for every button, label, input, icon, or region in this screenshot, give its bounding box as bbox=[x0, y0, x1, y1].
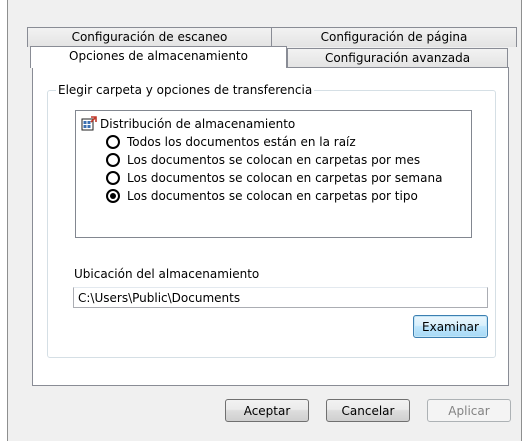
radio-button[interactable] bbox=[106, 171, 120, 185]
radio-button-selected[interactable] bbox=[106, 189, 120, 203]
browse-button[interactable]: Examinar bbox=[413, 315, 488, 338]
apply-button[interactable]: Aplicar bbox=[427, 399, 511, 422]
radio-label: Los documentos se colocan en carpetas po… bbox=[127, 153, 421, 167]
tree-root-label: Distribución de almacenamiento bbox=[100, 117, 296, 131]
tree-root[interactable]: Distribución de almacenamiento bbox=[81, 116, 295, 132]
tab-panel: Elegir carpeta y opciones de transferenc… bbox=[32, 67, 509, 386]
radio-label: Todos los documentos están en la raíz bbox=[127, 135, 356, 149]
radio-label: Los documentos se colocan en carpetas po… bbox=[127, 171, 443, 185]
tab-scan-settings[interactable]: Configuración de escaneo bbox=[27, 27, 272, 47]
tab-page-settings[interactable]: Configuración de página bbox=[271, 27, 517, 47]
radio-option-type[interactable]: Los documentos se colocan en carpetas po… bbox=[106, 187, 418, 205]
radio-option-week[interactable]: Los documentos se colocan en carpetas po… bbox=[106, 169, 442, 187]
group-legend: Elegir carpeta y opciones de transferenc… bbox=[56, 83, 315, 97]
radio-button[interactable] bbox=[106, 135, 120, 149]
storage-location-label: Ubicación del almacenamiento bbox=[74, 267, 260, 281]
radio-option-month[interactable]: Los documentos se colocan en carpetas po… bbox=[106, 151, 420, 169]
storage-location-input[interactable] bbox=[73, 287, 488, 308]
radio-option-root[interactable]: Todos los documentos están en la raíz bbox=[106, 133, 356, 151]
storage-folders-icon bbox=[81, 116, 97, 132]
radio-button[interactable] bbox=[106, 153, 120, 167]
transfer-options-group: Elegir carpeta y opciones de transferenc… bbox=[47, 83, 496, 358]
tab-storage-options[interactable]: Opciones de almacenamiento bbox=[30, 46, 287, 68]
ok-button[interactable]: Aceptar bbox=[225, 399, 309, 422]
dialog: Configuración de escaneo Configuración d… bbox=[7, 0, 522, 441]
radio-label: Los documentos se colocan en carpetas po… bbox=[127, 189, 418, 203]
tab-advanced-settings[interactable]: Configuración avanzada bbox=[287, 48, 508, 68]
storage-tree[interactable]: Distribución de almacenamiento Todos los… bbox=[75, 110, 472, 238]
cancel-button[interactable]: Cancelar bbox=[326, 399, 410, 422]
